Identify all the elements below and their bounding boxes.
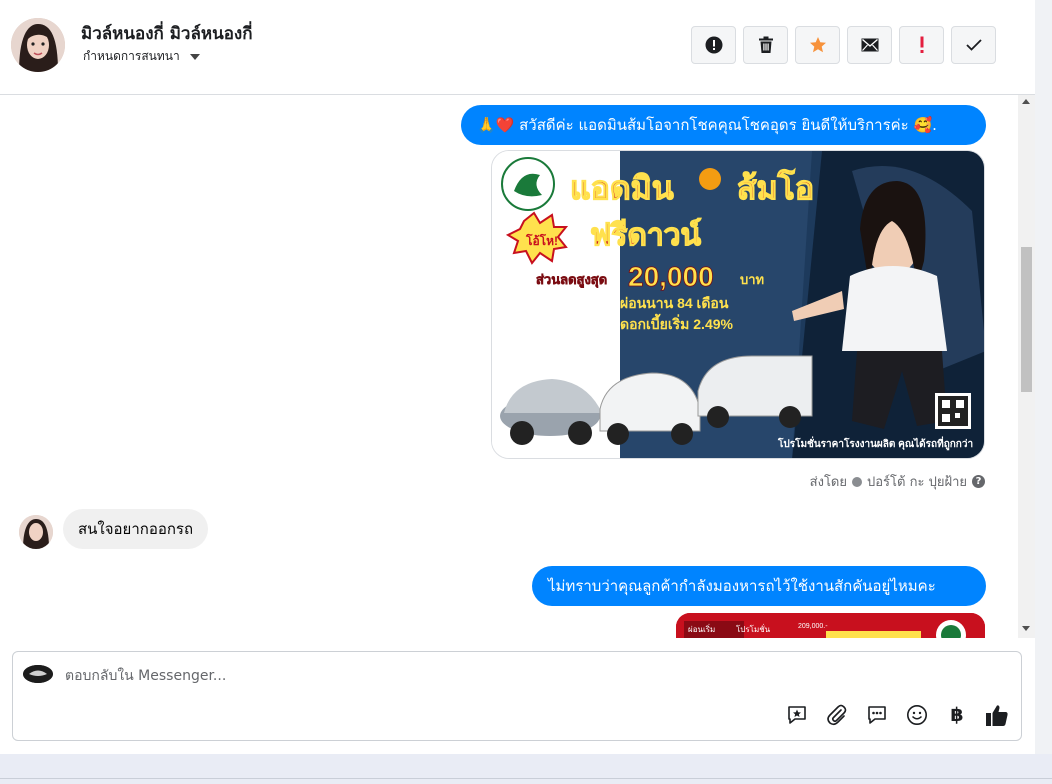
reply-input[interactable] (65, 665, 765, 687)
promo-discount-unit: บาท (740, 272, 764, 287)
saved-reply-icon (788, 706, 806, 724)
star-button[interactable] (795, 26, 840, 64)
quick-reply-button[interactable] (865, 703, 889, 727)
payment-button[interactable]: ฿ (945, 703, 969, 727)
message-emoji-end: 🥰. (913, 116, 937, 134)
outgoing-message-question[interactable]: ไม่ทราบว่าคุณลูกค้ากำลังมองหารถไว้ใช้งาน… (532, 566, 986, 606)
chat-bubble-icon (868, 706, 886, 724)
star-icon (809, 37, 826, 53)
promo-discount-label: ส่วนลดสูงสุด (536, 272, 607, 288)
thread-scrollbar[interactable] (1018, 95, 1035, 638)
page-bottom-area (0, 754, 1052, 784)
exclamation-icon (920, 36, 923, 53)
message-text: สวัสดีค่ะ แอดมินส้มโอจากโชคคุณโชคอุดร ยิ… (514, 116, 914, 134)
mark-unread-button[interactable] (847, 26, 892, 64)
reply-composer: ฿ (12, 651, 1022, 741)
attach-file-button[interactable] (825, 703, 849, 727)
page-logo-icon (23, 665, 53, 683)
assign-label: กำหนดการสนทนา (83, 49, 180, 63)
promo-footer: โปรโมชั่นราคาโรงงานผลิต คุณได้รถที่ถูกกว… (777, 436, 973, 451)
scroll-up-arrow-icon[interactable] (1022, 99, 1030, 104)
promo2-left: ผ่อนเริ่ม (688, 623, 715, 634)
message-thread: 🙏❤️ สวัสดีค่ะ แอดมินส้มโอจากโชคคุณโชคอุด… (0, 95, 1035, 638)
attachment-icon (827, 704, 847, 726)
contact-name[interactable]: มิวล์หนองกี่ มิวล์หนองกี่ (81, 20, 253, 47)
promo2-price: 209,000.- (798, 623, 828, 630)
mark-done-button[interactable] (951, 26, 996, 64)
promo-image-2[interactable]: ผ่อนเริ่ม โปรโมชั่น 209,000.- (676, 613, 985, 638)
verified-icon (852, 476, 862, 487)
promo-free-down: ฟรีดาวน์ (590, 218, 702, 252)
header-actions (691, 26, 996, 64)
conversation-header: มิวล์หนองกี่ มิวล์หนองกี่ กำหนดการสนทนา (0, 0, 1035, 95)
assign-conversation-dropdown[interactable]: กำหนดการสนทนา (83, 47, 200, 66)
message-emoji: 🙏❤️ (477, 116, 515, 134)
contact-avatar[interactable] (11, 18, 65, 72)
promo-headline: แอดมิน (570, 170, 674, 206)
divider (0, 778, 1052, 779)
trash-icon (758, 36, 773, 53)
promo-badge: โอ้โห! (525, 233, 558, 248)
composer-tools: ฿ (785, 703, 1009, 727)
thumbs-up-icon (986, 705, 1008, 726)
sent-by-name[interactable]: ปอร์โต้ กะ ปุยฝ้าย (867, 471, 967, 492)
promo2-artwork: ผ่อนเริ่ม โปรโมชั่น 209,000.- (676, 613, 985, 638)
chevron-down-icon (189, 53, 200, 60)
conversation-panel: มิวล์หนองกี่ มิวล์หนองกี่ กำหนดการสนทนา (0, 0, 1035, 754)
promo-discount-amount: 20,000 (628, 261, 714, 292)
sent-by-label: ส่งโดย (809, 475, 847, 490)
help-icon[interactable]: ? (972, 475, 985, 488)
promo-artwork: แอดมิน ส้มโอ โอ้โห! ฟรีดาวน์ ส่วนลดสูงสุ… (492, 151, 984, 458)
scroll-down-arrow-icon[interactable] (1022, 626, 1030, 631)
promo-interest: ดอกเบี้ยเริ่ม 2.49% (620, 313, 734, 332)
like-button[interactable] (985, 703, 1009, 727)
outgoing-message-greeting[interactable]: 🙏❤️ สวัสดีค่ะ แอดมินส้มโอจากโชคคุณโชคอุด… (461, 105, 986, 145)
baht-icon: ฿ (950, 704, 964, 726)
important-button[interactable] (899, 26, 944, 64)
spam-button[interactable] (691, 26, 736, 64)
promo-installment: ผ่อนนาน 84 เดือน (620, 295, 729, 311)
contact-avatar-small[interactable] (19, 515, 53, 549)
page-right-edge (1035, 0, 1052, 784)
alert-circle-icon (705, 36, 722, 54)
delete-button[interactable] (743, 26, 788, 64)
promo2-mid: โปรโมชั่น (736, 623, 771, 634)
envelope-icon (861, 38, 878, 52)
scroll-thumb[interactable] (1021, 247, 1032, 392)
promo-headline2: ส้มโอ (737, 169, 814, 206)
incoming-message[interactable]: สนใจอยากออกรถ (63, 509, 209, 549)
emoji-button[interactable] (905, 703, 929, 727)
promo-image[interactable]: แอดมิน ส้มโอ โอ้โห! ฟรีดาวน์ ส่วนลดสูงสุ… (491, 150, 985, 459)
sent-by-row: ส่งโดย ปอร์โต้ กะ ปุยฝ้าย ? (810, 471, 985, 492)
check-icon (965, 39, 982, 51)
saved-reply-button[interactable] (785, 703, 809, 727)
emoji-icon (907, 705, 927, 725)
